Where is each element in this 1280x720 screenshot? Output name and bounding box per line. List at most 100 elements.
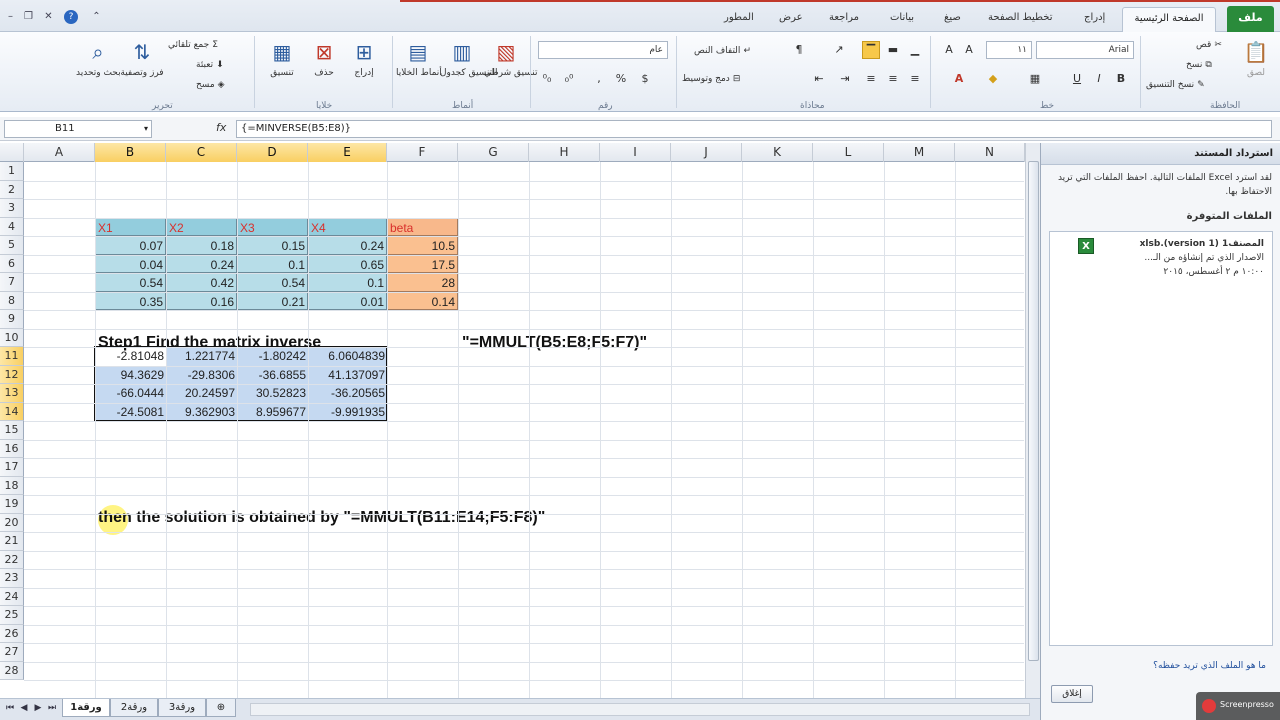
- table-value-cell[interactable]: 0.16: [166, 291, 237, 310]
- table-value-cell[interactable]: 0.1: [308, 273, 387, 292]
- row-header-11[interactable]: 11: [0, 347, 24, 366]
- cell-styles-button[interactable]: ▤ أنماط الخلايا: [396, 36, 442, 98]
- increase-decimal-icon[interactable]: ₀⁰: [560, 70, 578, 88]
- row-header-25[interactable]: 25: [0, 606, 24, 625]
- minimize-icon[interactable]: –: [4, 10, 17, 23]
- last-sheet-icon[interactable]: ⏭: [46, 703, 58, 717]
- tab-formulas[interactable]: صيغ: [944, 12, 961, 23]
- row-header-26[interactable]: 26: [0, 624, 24, 643]
- indent-increase-icon[interactable]: ⇥: [836, 70, 854, 88]
- tab-insert[interactable]: إدراج: [1084, 12, 1105, 23]
- table-value-cell[interactable]: 0.24: [166, 254, 237, 273]
- bold-icon[interactable]: B: [1112, 70, 1130, 88]
- table-value-cell[interactable]: 0.54: [95, 273, 166, 292]
- row-header-28[interactable]: 28: [0, 661, 24, 680]
- align-left-icon[interactable]: ≡: [906, 70, 924, 88]
- row-header-19[interactable]: 19: [0, 495, 24, 514]
- tab-home[interactable]: الصفحة الرئيسية: [1122, 7, 1216, 33]
- tab-page-layout[interactable]: تخطيط الصفحة: [988, 12, 1053, 23]
- align-right-icon[interactable]: ≡: [862, 70, 880, 88]
- table-value-cell[interactable]: 0.54: [237, 273, 308, 292]
- vertical-scroll-thumb[interactable]: [1028, 161, 1039, 661]
- column-header-c[interactable]: C: [166, 143, 237, 162]
- row-header-17[interactable]: 17: [0, 458, 24, 477]
- row-header-12[interactable]: 12: [0, 365, 24, 384]
- percent-icon[interactable]: %: [612, 70, 630, 88]
- vertical-scrollbar[interactable]: [1025, 143, 1040, 698]
- next-sheet-icon[interactable]: ▶: [32, 703, 44, 717]
- which-file-link[interactable]: ما هو الملف الذي تريد حفظه؟: [1153, 661, 1266, 671]
- formula-input[interactable]: {=MINVERSE(B5:E8)}: [236, 120, 1272, 138]
- select-all-corner[interactable]: [0, 143, 24, 162]
- table-value-cell[interactable]: 0.14: [387, 291, 458, 310]
- table-value-cell[interactable]: 10.5: [387, 236, 458, 255]
- decrease-decimal-icon[interactable]: ⁰₀: [538, 70, 556, 88]
- row-header-2[interactable]: 2: [0, 180, 24, 199]
- restore-icon[interactable]: ❐: [22, 10, 35, 23]
- first-sheet-icon[interactable]: ⏮: [4, 703, 16, 717]
- sheet-tab-3[interactable]: ورقة3: [158, 699, 206, 717]
- row-header-18[interactable]: 18: [0, 476, 24, 495]
- column-header-j[interactable]: J: [671, 143, 742, 162]
- column-header-l[interactable]: L: [813, 143, 884, 162]
- table-header-cell[interactable]: X2: [166, 217, 237, 236]
- row-header-6[interactable]: 6: [0, 254, 24, 273]
- paste-button[interactable]: 📋 لصق: [1234, 36, 1278, 98]
- prev-sheet-icon[interactable]: ◀: [18, 703, 30, 717]
- row-header-15[interactable]: 15: [0, 421, 24, 440]
- column-header-b[interactable]: B: [95, 143, 166, 162]
- font-size-select[interactable]: ١١: [986, 41, 1032, 59]
- sheet-tab-1[interactable]: ورقة1: [62, 699, 110, 717]
- column-header-k[interactable]: K: [742, 143, 813, 162]
- borders-icon[interactable]: ▦: [1026, 70, 1044, 88]
- autosum-button[interactable]: جمع تلقائي Σ: [168, 36, 218, 54]
- tab-data[interactable]: بيانات: [890, 12, 914, 23]
- table-header-cell[interactable]: X3: [237, 217, 308, 236]
- row-header-23[interactable]: 23: [0, 569, 24, 588]
- close-pane-button[interactable]: إغلاق: [1051, 685, 1093, 703]
- row-header-5[interactable]: 5: [0, 236, 24, 255]
- currency-icon[interactable]: $: [636, 70, 654, 88]
- column-header-f[interactable]: F: [387, 143, 458, 162]
- table-header-cell[interactable]: X4: [308, 217, 387, 236]
- table-value-cell[interactable]: 0.18: [166, 236, 237, 255]
- find-select-button[interactable]: ⌕ بحث وتحديد: [76, 36, 121, 98]
- orientation-icon[interactable]: ↗: [830, 41, 848, 59]
- wrap-text-button[interactable]: التفاف النص ↵: [694, 42, 751, 60]
- table-value-cell[interactable]: 28: [387, 273, 458, 292]
- tab-developer[interactable]: المطور: [724, 12, 754, 23]
- row-header-1[interactable]: 1: [0, 162, 24, 181]
- table-header-cell[interactable]: beta: [387, 217, 458, 236]
- indent-decrease-icon[interactable]: ⇤: [810, 70, 828, 88]
- table-value-cell[interactable]: 0.21: [237, 291, 308, 310]
- table-header-cell[interactable]: X1: [95, 217, 166, 236]
- font-color-icon[interactable]: A: [950, 70, 968, 88]
- row-header-16[interactable]: 16: [0, 439, 24, 458]
- merge-center-button[interactable]: دمج وتوسيط ⊟: [682, 70, 740, 88]
- text-direction-icon[interactable]: ¶: [790, 41, 808, 59]
- fx-icon[interactable]: fx: [216, 121, 226, 134]
- conditional-format-button[interactable]: ▧ تنسيق شرطي: [484, 36, 538, 98]
- column-header-n[interactable]: N: [955, 143, 1025, 162]
- table-value-cell[interactable]: 0.1: [237, 254, 308, 273]
- worksheet-grid[interactable]: ABCDEFGHIJKLMN 1 2 3 4 5 6 7 8 9 10 11 12 13 14 15 16 17…: [0, 143, 1025, 698]
- help-icon[interactable]: ?: [64, 10, 78, 24]
- ribbon-minimize-icon[interactable]: ⌃: [90, 10, 103, 23]
- column-header-m[interactable]: M: [884, 143, 955, 162]
- grow-font-icon[interactable]: A: [960, 41, 978, 59]
- row-header-24[interactable]: 24: [0, 587, 24, 606]
- italic-icon[interactable]: I: [1090, 70, 1108, 88]
- name-box[interactable]: B11 ▾: [4, 120, 152, 138]
- table-value-cell[interactable]: 0.04: [95, 254, 166, 273]
- fill-color-icon[interactable]: ◆: [984, 70, 1002, 88]
- close-window-icon[interactable]: ✕: [42, 10, 55, 23]
- row-header-21[interactable]: 21: [0, 532, 24, 551]
- column-header-e[interactable]: E: [308, 143, 387, 162]
- format-painter-button[interactable]: نسخ التنسيق ✎: [1146, 76, 1205, 94]
- tab-view[interactable]: عرض: [779, 12, 803, 23]
- row-header-7[interactable]: 7: [0, 273, 24, 292]
- row-header-9[interactable]: 9: [0, 310, 24, 329]
- row-header-20[interactable]: 20: [0, 513, 24, 532]
- insert-cells-button[interactable]: ⊞ إدراج: [342, 36, 386, 98]
- clear-button[interactable]: مسح ◈: [196, 76, 225, 94]
